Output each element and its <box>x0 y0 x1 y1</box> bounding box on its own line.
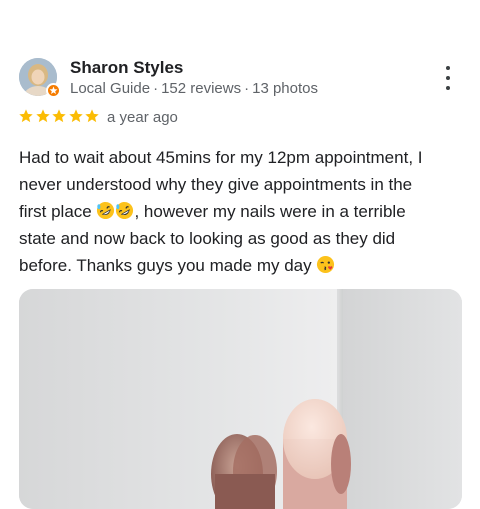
local-guide-label: Local Guide <box>70 80 151 97</box>
review-line: before. Thanks guys you made my day <box>19 252 459 279</box>
reviewer-avatar[interactable] <box>19 58 61 98</box>
review-photo[interactable] <box>19 289 462 509</box>
reviewer-name[interactable]: Sharon Styles <box>70 58 183 78</box>
more-vert-icon[interactable] <box>438 66 458 90</box>
rolling-on-the-floor-laughing-icon <box>97 201 115 220</box>
star-icon <box>35 109 50 123</box>
meta-separator: · <box>244 80 250 97</box>
review-text-segment: , however my nails were in a terrible <box>134 202 406 221</box>
review-count: 152 reviews <box>161 80 242 97</box>
dot <box>446 76 450 80</box>
star-icon <box>85 109 99 123</box>
meta-separator: · <box>153 80 159 97</box>
review-text-segment: first place <box>19 202 97 221</box>
review-text: Had to wait about 45mins for my 12pm app… <box>19 144 459 279</box>
review-line: never understood why they give appointme… <box>19 175 413 194</box>
dot <box>446 66 450 70</box>
star-icon <box>68 109 83 123</box>
reviewer-meta: Local Guide · 152 reviews · 13 photos <box>70 80 318 97</box>
nails-photo-image <box>19 289 462 509</box>
rolling-on-the-floor-laughing-icon <box>116 201 134 220</box>
review-date: a year ago <box>107 109 178 126</box>
review-line: state and now back to looking as good as… <box>19 229 396 248</box>
star-icon <box>19 109 33 123</box>
photo-count: 13 photos <box>252 80 318 97</box>
star-icon <box>52 109 66 123</box>
review-line: first place , however my nails were in a… <box>19 198 459 225</box>
star-rating <box>18 108 101 128</box>
review-text-segment: before. Thanks guys you made my day <box>19 256 317 275</box>
local-guide-badge-icon <box>46 83 61 98</box>
dot <box>446 86 450 90</box>
face-blowing-a-kiss-icon <box>317 255 335 274</box>
review-line: Had to wait about 45mins for my 12pm app… <box>19 148 423 167</box>
